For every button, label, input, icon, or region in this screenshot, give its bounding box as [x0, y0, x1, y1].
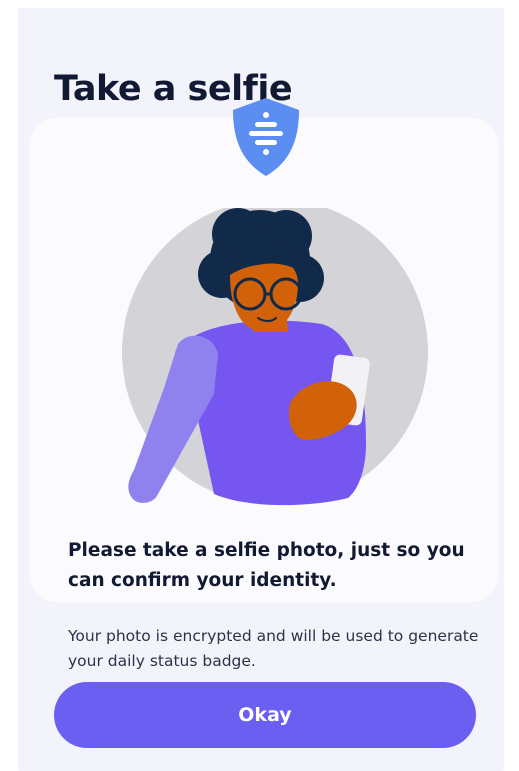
person-taking-selfie-illustration — [122, 208, 428, 506]
encryption-info-text: Your photo is encrypted and will be used… — [68, 627, 479, 670]
okay-button[interactable]: Okay — [54, 682, 476, 748]
shield-icon — [233, 98, 299, 176]
selfie-instruction-text: Please take a selfie photo, just so you … — [68, 540, 465, 591]
